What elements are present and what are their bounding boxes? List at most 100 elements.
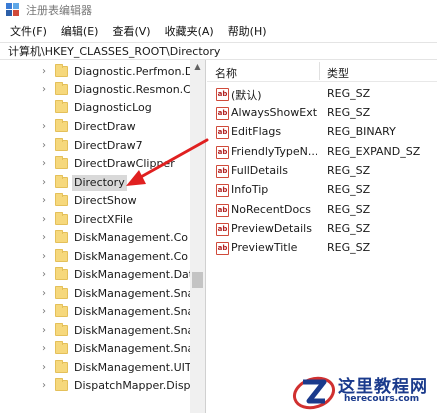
value-row[interactable]: EditFlags REG_BINARY bbox=[207, 123, 437, 142]
chevron-right-icon[interactable]: › bbox=[42, 141, 51, 151]
chevron-right-icon[interactable]: › bbox=[42, 363, 51, 373]
window-title: 注册表编辑器 bbox=[26, 4, 92, 17]
folder-icon bbox=[55, 82, 68, 95]
value-row[interactable]: AlwaysShowExt REG_SZ bbox=[207, 104, 437, 123]
tree-item[interactable]: › DirectDraw7 bbox=[0, 137, 190, 155]
string-value-icon bbox=[216, 146, 229, 159]
tree-item[interactable]: › DirectXFile bbox=[0, 211, 190, 229]
string-value-icon bbox=[216, 242, 229, 255]
tree-item[interactable]: › DiskManagement.Sna bbox=[0, 340, 190, 358]
tree-item[interactable]: › Diagnostic.Resmon.C bbox=[0, 81, 190, 99]
value-name: InfoTip bbox=[231, 183, 269, 196]
menu-file[interactable]: 文件(F) bbox=[10, 23, 47, 39]
chevron-right-icon[interactable]: › bbox=[42, 215, 51, 225]
value-name: PreviewDetails bbox=[231, 222, 312, 235]
tree-item-label: DiskManagement.UIT bbox=[74, 361, 190, 374]
binary-value-icon bbox=[216, 126, 229, 139]
tree-item-label: DiskManagement.Co bbox=[74, 250, 188, 263]
tree-item-label: Directory bbox=[72, 175, 127, 191]
tree-item-directory[interactable]: › Directory bbox=[0, 174, 190, 192]
address-bar[interactable]: 计算机\HKEY_CLASSES_ROOT\Directory bbox=[0, 42, 437, 60]
value-name: PreviewTitle bbox=[231, 241, 298, 254]
tree-item[interactable]: › DiskManagement.Dat bbox=[0, 266, 190, 284]
value-row[interactable]: InfoTip REG_SZ bbox=[207, 181, 437, 200]
tree-item-label: DiskManagement.Dat bbox=[74, 268, 190, 281]
column-header-type[interactable]: 类型 bbox=[327, 65, 349, 81]
menu-bar: 文件(F) 编辑(E) 查看(V) 收藏夹(A) 帮助(H) bbox=[0, 20, 437, 42]
folder-icon bbox=[55, 230, 68, 243]
tree-item[interactable]: › DiskManagement.Sna bbox=[0, 322, 190, 340]
tree-item[interactable]: › DispatchMapper.Disp bbox=[0, 377, 190, 395]
folder-icon bbox=[55, 249, 68, 262]
folder-icon bbox=[55, 341, 68, 354]
tree-item[interactable]: › DirectShow bbox=[0, 192, 190, 210]
tree-item[interactable]: › DiskManagement.Sna bbox=[0, 285, 190, 303]
tree-item[interactable]: › DirectDrawClipper bbox=[0, 155, 190, 173]
value-row[interactable]: PreviewDetails REG_SZ bbox=[207, 220, 437, 239]
menu-view[interactable]: 查看(V) bbox=[112, 23, 150, 39]
value-name: EditFlags bbox=[231, 125, 282, 138]
chevron-right-icon[interactable]: › bbox=[42, 326, 51, 336]
tree-item-label: DirectXFile bbox=[74, 213, 133, 226]
value-row[interactable]: FullDetails REG_SZ bbox=[207, 162, 437, 181]
tree-item[interactable]: › Diagnostic.Perfmon.D bbox=[0, 63, 190, 81]
scroll-up-arrow-icon[interactable]: ▲ bbox=[190, 60, 205, 74]
chevron-right-icon[interactable]: › bbox=[42, 344, 51, 354]
chevron-right-icon[interactable]: › bbox=[42, 196, 51, 206]
value-row[interactable]: PreviewTitle REG_SZ bbox=[207, 239, 437, 258]
folder-icon bbox=[55, 100, 68, 113]
chevron-right-icon[interactable]: › bbox=[42, 178, 51, 188]
tree-scrollbar[interactable]: ▲ bbox=[190, 60, 205, 413]
string-value-icon bbox=[216, 88, 229, 101]
value-name: NoRecentDocs bbox=[231, 203, 311, 216]
watermark-url: herecours.com bbox=[344, 394, 420, 404]
key-tree: › Diagnostic.Perfmon.D › Diagnostic.Resmon… bbox=[0, 60, 206, 413]
value-type: REG_BINARY bbox=[327, 125, 396, 138]
chevron-right-icon[interactable]: › bbox=[42, 85, 51, 95]
string-value-icon bbox=[216, 184, 229, 197]
chevron-right-icon[interactable]: › bbox=[42, 252, 51, 262]
chevron-right-icon[interactable]: › bbox=[42, 289, 51, 299]
site-watermark: 这里教程网 herecours.com bbox=[290, 370, 437, 413]
string-value-icon bbox=[216, 204, 229, 217]
menu-favorites[interactable]: 收藏夹(A) bbox=[165, 23, 214, 39]
menu-edit[interactable]: 编辑(E) bbox=[61, 23, 99, 39]
column-divider[interactable] bbox=[319, 62, 320, 80]
string-value-icon bbox=[216, 165, 229, 178]
tree-item-label: DiskManagement.Sna bbox=[74, 305, 190, 318]
chevron-right-icon[interactable]: › bbox=[42, 233, 51, 243]
tree-item-label: DiskManagement.Co bbox=[74, 231, 188, 244]
tree-item-label: Diagnostic.Resmon.C bbox=[74, 83, 190, 96]
tree-item[interactable]: › DirectDraw bbox=[0, 118, 190, 136]
chevron-right-icon[interactable]: › bbox=[42, 307, 51, 317]
string-value-icon bbox=[216, 223, 229, 236]
tree-item-label: DirectDraw7 bbox=[74, 139, 143, 152]
chevron-right-icon[interactable]: › bbox=[42, 381, 51, 391]
folder-icon bbox=[55, 119, 68, 132]
folder-icon bbox=[55, 138, 68, 151]
value-type: REG_SZ bbox=[327, 164, 371, 177]
folder-icon bbox=[55, 175, 68, 188]
value-row[interactable]: (默认) REG_SZ bbox=[207, 85, 437, 104]
column-header-name[interactable]: 名称 bbox=[215, 65, 237, 81]
folder-icon bbox=[55, 304, 68, 317]
scroll-thumb[interactable] bbox=[192, 272, 203, 288]
tree-item[interactable]: › DiskManagement.Co bbox=[0, 229, 190, 247]
tree-item[interactable]: › DiskManagement.UIT bbox=[0, 359, 190, 377]
menu-help[interactable]: 帮助(H) bbox=[228, 23, 267, 39]
tree-item[interactable]: › DiskManagement.Co bbox=[0, 248, 190, 266]
chevron-right-icon[interactable]: › bbox=[42, 67, 51, 77]
value-row[interactable]: NoRecentDocs REG_SZ bbox=[207, 201, 437, 220]
chevron-right-icon[interactable]: › bbox=[42, 122, 51, 132]
title-bar: 注册表编辑器 bbox=[0, 0, 437, 20]
value-type: REG_SZ bbox=[327, 222, 371, 235]
tree-item[interactable]: › DiskManagement.Sna bbox=[0, 303, 190, 321]
chevron-right-icon[interactable]: › bbox=[42, 270, 51, 280]
list-header: 名称 类型 bbox=[207, 60, 437, 82]
values-list: 名称 类型 (默认) REG_SZ AlwaysShowExt REG_SZ Edi… bbox=[207, 60, 437, 413]
value-type: REG_SZ bbox=[327, 241, 371, 254]
value-name: (默认) bbox=[231, 89, 262, 102]
value-row[interactable]: FriendlyTypeN... REG_EXPAND_SZ bbox=[207, 143, 437, 162]
chevron-right-icon[interactable]: › bbox=[42, 159, 51, 169]
tree-item[interactable]: DiagnosticLog bbox=[0, 99, 190, 117]
